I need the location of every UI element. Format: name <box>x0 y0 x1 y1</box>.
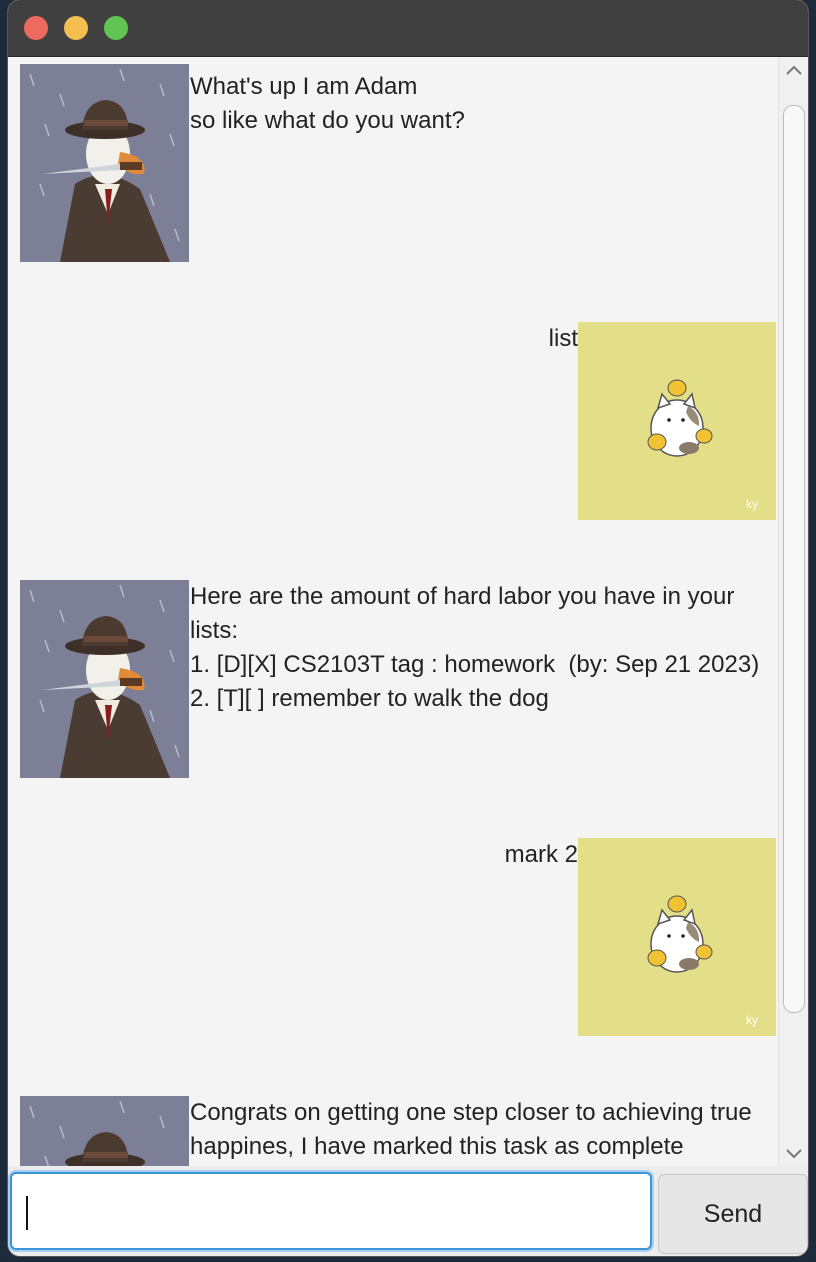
minimize-window-button[interactable] <box>64 16 88 40</box>
bot-dialog: Here are the amount of hard labor you ha… <box>20 580 776 778</box>
bot-dialog: What's up I am Adam so like what do you … <box>20 64 776 262</box>
bot-message-text: Congrats on getting one step closer to a… <box>190 1099 752 1160</box>
dialog-container: What's up I am Adam so like what do you … <box>8 57 778 1166</box>
user-input-field[interactable] <box>10 1172 652 1250</box>
user-dialog: list <box>20 322 776 520</box>
chevron-up-icon[interactable] <box>779 59 808 83</box>
close-window-button[interactable] <box>24 16 48 40</box>
user-message-text: mark 2 <box>504 841 578 868</box>
scrollbar-thumb[interactable] <box>783 105 805 1013</box>
duck-detective-avatar <box>20 1096 189 1166</box>
cat-with-chicks-avatar <box>578 838 776 1036</box>
maximize-window-button[interactable] <box>104 16 128 40</box>
title-bar <box>8 0 808 57</box>
user-message-text: list <box>548 325 578 352</box>
text-caret <box>26 1196 28 1230</box>
bot-message-text: Here are the amount of hard labor you ha… <box>190 583 760 712</box>
duck-detective-avatar <box>20 580 189 778</box>
user-dialog: mark 2 <box>20 838 776 1036</box>
chevron-down-icon[interactable] <box>779 1143 808 1167</box>
vertical-scrollbar[interactable] <box>778 57 808 1166</box>
bot-dialog: Congrats on getting one step closer to a… <box>20 1096 776 1166</box>
duck-detective-avatar <box>20 64 189 262</box>
input-bar: Send <box>8 1166 808 1256</box>
bot-message-text: What's up I am Adam so like what do you … <box>190 73 465 134</box>
chat-window: What's up I am Adam so like what do you … <box>8 0 808 1256</box>
send-button[interactable]: Send <box>658 1174 808 1254</box>
cat-with-chicks-avatar <box>578 322 776 520</box>
